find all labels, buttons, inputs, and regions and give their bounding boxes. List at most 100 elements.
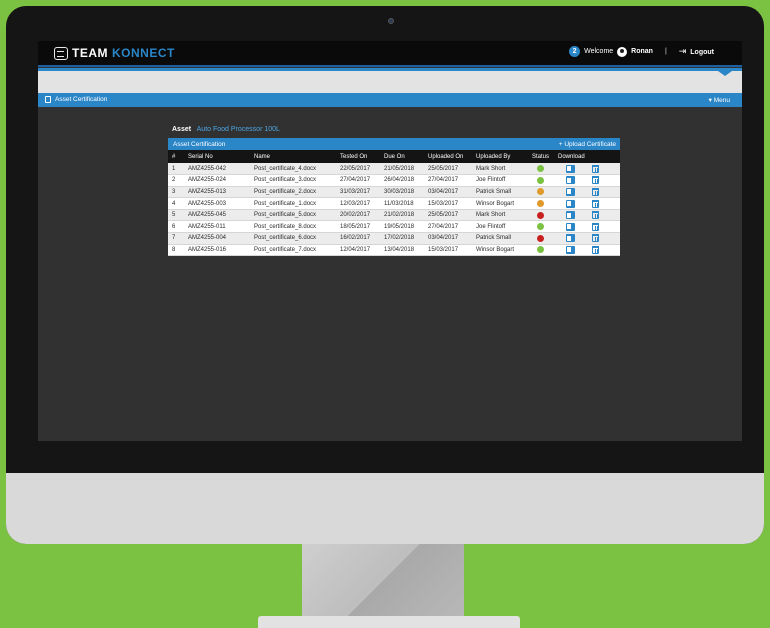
cell-tested-on: 22/05/2017 xyxy=(336,163,380,176)
table-row[interactable]: 1 AMZ4255-042 Post_certificate_4.docx 22/05… xyxy=(168,163,620,176)
section-menubar: Asset Certification ▾ Menu xyxy=(38,93,742,107)
cell-tested-on: 12/04/2017 xyxy=(336,244,380,257)
logo-icon xyxy=(54,46,68,60)
word-download-icon[interactable] xyxy=(566,164,575,173)
cell-name[interactable]: Post_certificate_8.docx xyxy=(250,220,336,234)
table-row[interactable]: 6 AMZ4255-011 Post_certificate_8.docx 18/05… xyxy=(168,220,620,234)
col-header-due: Due On xyxy=(384,153,405,160)
cell-uploaded-by: Winsor Bogart xyxy=(472,197,528,210)
section-title: Asset Certification xyxy=(45,96,107,103)
asset-heading: Asset Auto Food Processor 100L xyxy=(172,126,280,133)
word-download-icon[interactable] xyxy=(566,234,575,243)
word-download-icon[interactable] xyxy=(566,245,575,254)
screen: TEAM KONNECT 2 Welcome Ronan | ⇥ Logout … xyxy=(38,41,742,441)
cell-download xyxy=(554,186,584,199)
table-row[interactable]: 7 AMZ4255-004 Post_certificate_6.docx 16/02… xyxy=(168,232,620,245)
cell-name[interactable]: Post_certificate_5.docx xyxy=(250,209,336,222)
user-name[interactable]: Ronan xyxy=(631,48,653,55)
cell-number: 7 xyxy=(168,232,184,245)
trash-icon[interactable] xyxy=(592,234,599,243)
trash-icon[interactable] xyxy=(592,176,599,185)
cell-serial: AMZ4255-045 xyxy=(184,209,250,222)
monitor-base xyxy=(258,616,520,628)
cell-status xyxy=(528,209,554,222)
cell-due-on: 21/05/2018 xyxy=(380,163,424,176)
dropdown-notch-icon[interactable] xyxy=(718,71,732,76)
cell-status xyxy=(528,186,554,199)
col-header-number: # xyxy=(172,153,176,160)
cell-uploaded-by: Patrick Small xyxy=(472,232,528,245)
cell-number: 3 xyxy=(168,186,184,199)
cell-delete xyxy=(584,197,620,210)
cell-status xyxy=(528,197,554,210)
cell-status xyxy=(528,163,554,176)
trash-icon[interactable] xyxy=(592,199,599,208)
cell-delete xyxy=(584,232,620,245)
asset-value-link[interactable]: Auto Food Processor 100L xyxy=(197,126,280,133)
panel-title: Asset Certification xyxy=(173,140,226,148)
trash-icon[interactable] xyxy=(592,187,599,196)
cell-uploaded-on: 27/04/2017 xyxy=(424,220,472,234)
table-row[interactable]: 4 AMZ4255-003 Post_certificate_1.docx 12/03… xyxy=(168,197,620,210)
table-row[interactable]: 2 AMZ4255-024 Post_certificate_3.docx 27/04… xyxy=(168,174,620,187)
cell-uploaded-by: Mark Short xyxy=(472,163,528,176)
upload-certificate-button[interactable]: + Upload Certificate xyxy=(559,141,616,148)
cell-name[interactable]: Post_certificate_4.docx xyxy=(250,163,336,176)
word-download-icon[interactable] xyxy=(566,176,575,185)
status-red-icon xyxy=(537,211,544,219)
cell-delete xyxy=(584,244,620,257)
cell-uploaded-on: 25/05/2017 xyxy=(424,163,472,176)
logout-label: Logout xyxy=(690,49,714,56)
cell-uploaded-on: 15/03/2017 xyxy=(424,197,472,210)
cell-serial: AMZ4255-042 xyxy=(184,163,250,176)
panel-header: Asset Certification + Upload Certificate xyxy=(168,138,620,150)
cell-uploaded-by: Winsor Bogart xyxy=(472,244,528,257)
cell-serial: AMZ4255-024 xyxy=(184,174,250,187)
col-header-uploaded-by: Uploaded By xyxy=(476,153,511,160)
user-icon xyxy=(617,46,628,57)
word-download-icon[interactable] xyxy=(566,222,575,231)
cell-download xyxy=(554,197,584,210)
cell-download xyxy=(554,244,584,257)
cell-due-on: 19/05/2018 xyxy=(380,220,424,234)
cell-name[interactable]: Post_certificate_1.docx xyxy=(250,197,336,210)
cell-uploaded-by: Joe Flintoff xyxy=(472,174,528,187)
app-logo[interactable]: TEAM KONNECT xyxy=(54,46,175,60)
word-download-icon[interactable] xyxy=(566,199,575,208)
logo-team-text: TEAM xyxy=(72,46,108,60)
trash-icon[interactable] xyxy=(592,245,599,254)
cell-delete xyxy=(584,163,620,176)
cell-due-on: 30/03/2018 xyxy=(380,186,424,199)
word-download-icon[interactable] xyxy=(566,211,575,220)
notification-badge[interactable]: 2 xyxy=(569,46,581,57)
top-nav-bar: TEAM KONNECT 2 Welcome Ronan | ⇥ Logout xyxy=(38,41,742,65)
user-area: 2 Welcome Ronan | ⇥ Logout xyxy=(569,46,714,57)
cell-tested-on: 18/05/2017 xyxy=(336,220,380,234)
trash-icon[interactable] xyxy=(592,222,599,231)
cell-name[interactable]: Post_certificate_3.docx xyxy=(250,174,336,187)
word-download-icon[interactable] xyxy=(566,187,575,196)
certification-panel: Asset Certification + Upload Certificate… xyxy=(168,138,620,257)
col-header-download: Download xyxy=(558,153,585,160)
cell-uploaded-on: 03/04/2017 xyxy=(424,186,472,199)
table-row[interactable]: 5 AMZ4255-045 Post_certificate_5.docx 20/02… xyxy=(168,209,620,222)
certificate-table: # Serial No Name Tested On Due On Upload… xyxy=(168,150,620,257)
cell-due-on: 26/04/2018 xyxy=(380,174,424,187)
cell-name[interactable]: Post_certificate_6.docx xyxy=(250,232,336,245)
cell-delete xyxy=(584,220,620,234)
cell-status xyxy=(528,220,554,234)
cell-name[interactable]: Post_certificate_7.docx xyxy=(250,244,336,257)
trash-icon[interactable] xyxy=(592,164,599,173)
cell-tested-on: 27/04/2017 xyxy=(336,174,380,187)
table-row[interactable]: 8 AMZ4255-016 Post_certificate_7.docx 12/04… xyxy=(168,244,620,257)
menu-button[interactable]: ▾ Menu xyxy=(709,96,730,104)
status-orange-icon xyxy=(537,188,544,196)
logout-button[interactable]: ⇥ Logout xyxy=(679,46,714,57)
cell-status xyxy=(528,174,554,187)
cell-delete xyxy=(584,209,620,222)
monitor-stand xyxy=(302,544,464,618)
table-row[interactable]: 3 AMZ4255-013 Post_certificate_2.docx 31/03… xyxy=(168,186,620,199)
status-green-icon xyxy=(537,165,544,172)
trash-icon[interactable] xyxy=(592,211,599,220)
cell-name[interactable]: Post_certificate_2.docx xyxy=(250,186,336,199)
